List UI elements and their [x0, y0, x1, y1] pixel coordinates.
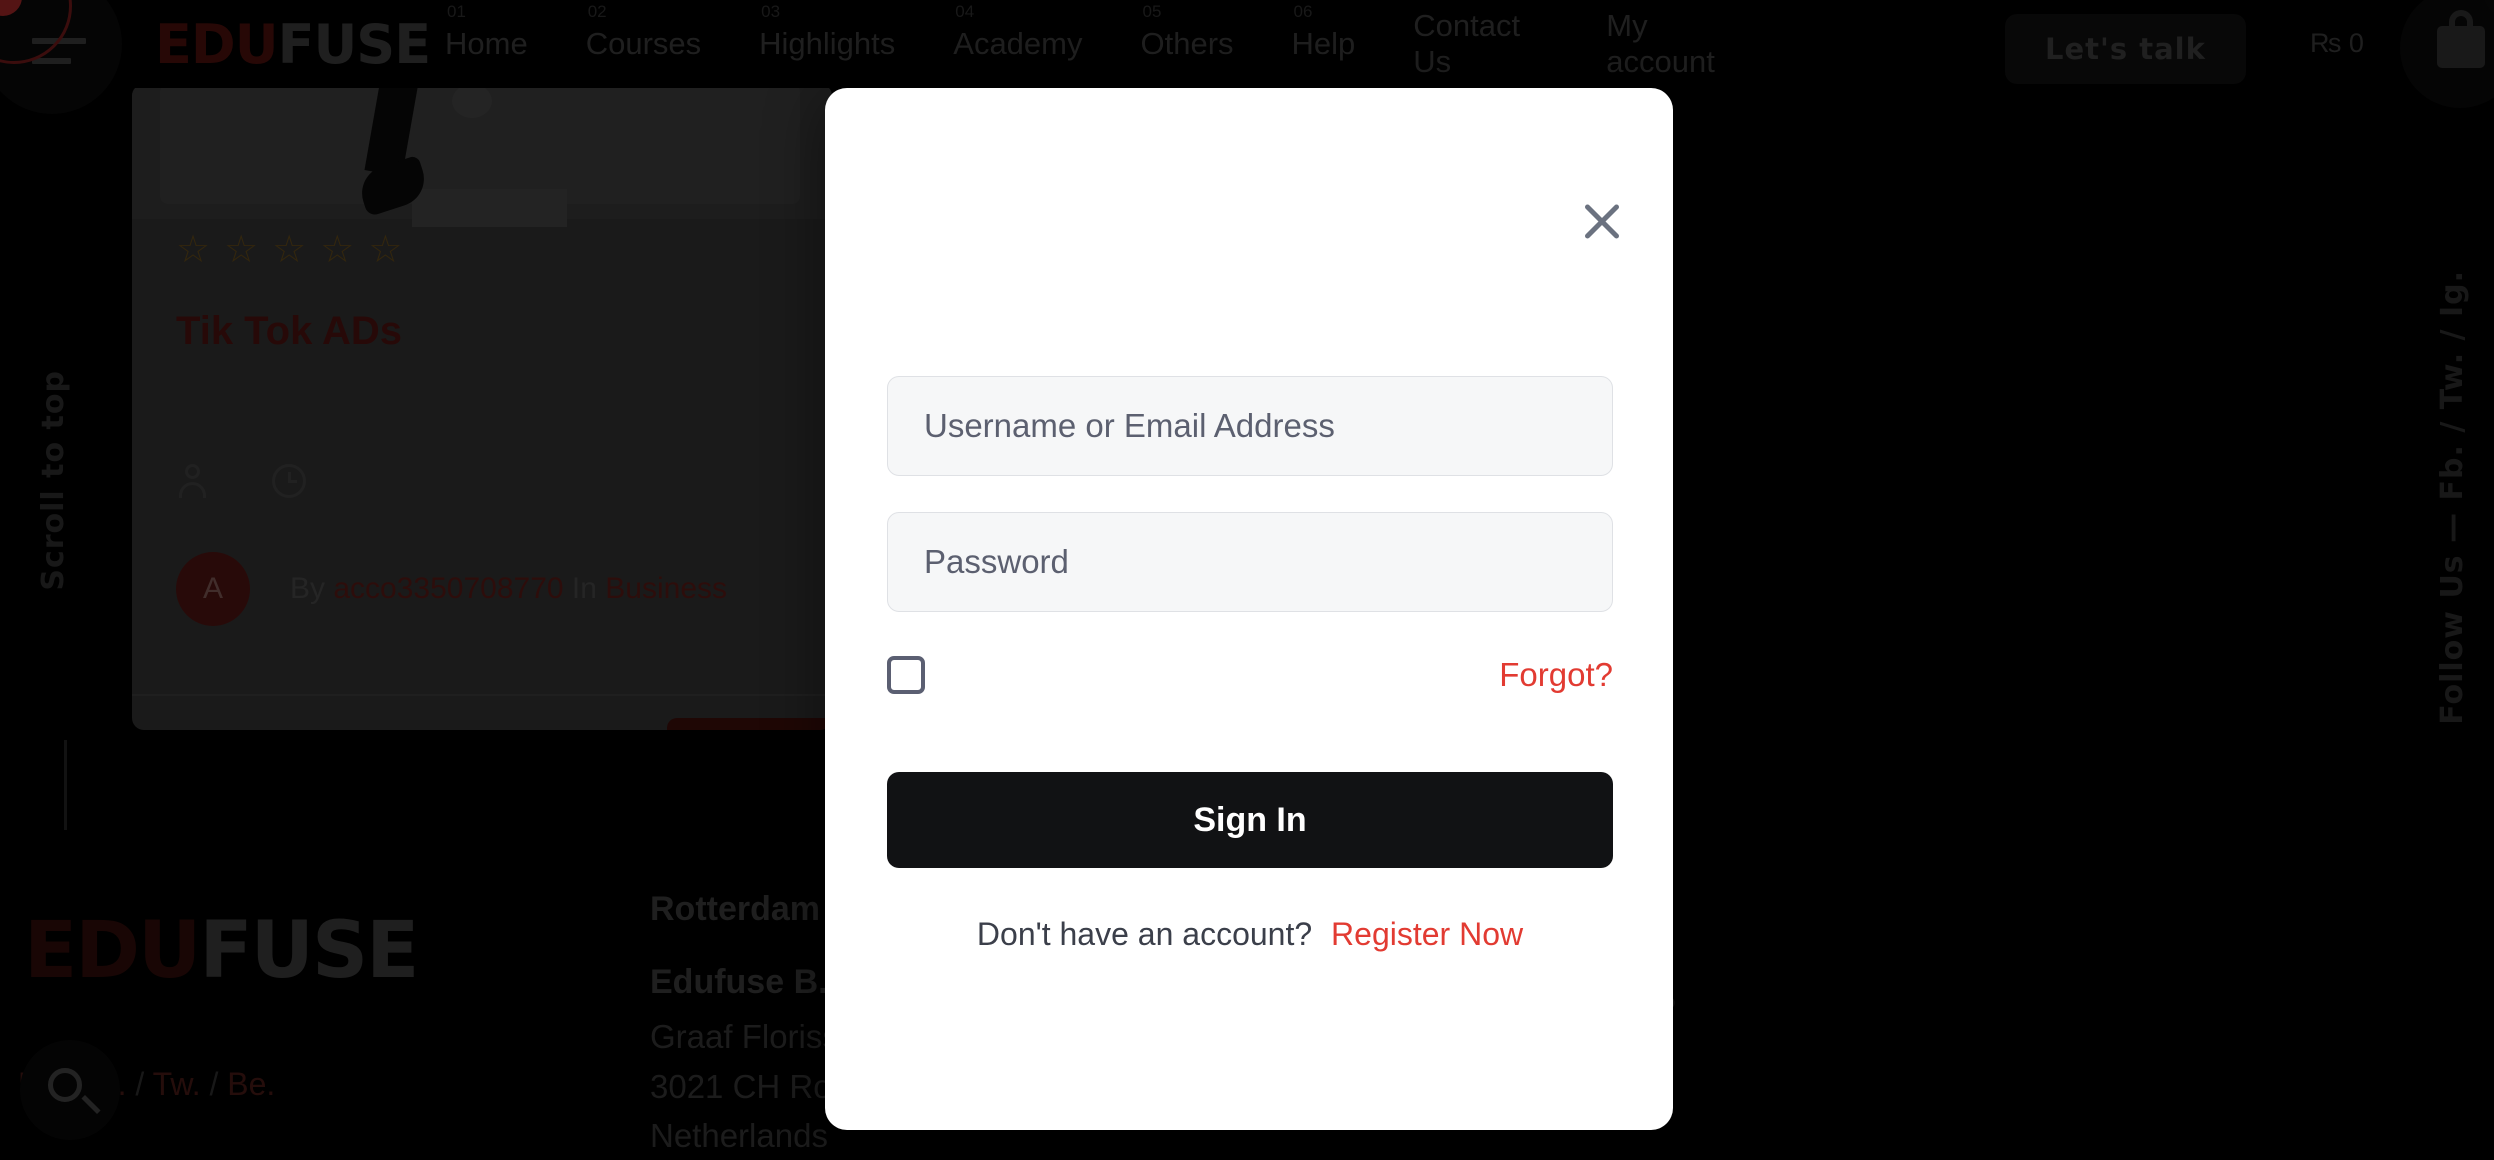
register-now-link[interactable]: Register Now	[1331, 916, 1523, 952]
login-modal: Forgot? Sign In Don't have an account? R…	[825, 88, 1673, 1130]
login-form: Forgot? Sign In Don't have an account? R…	[887, 376, 1613, 953]
login-options-row: Forgot?	[887, 650, 1613, 700]
sign-in-button[interactable]: Sign In	[887, 772, 1613, 868]
remember-me-checkbox[interactable]	[887, 656, 925, 694]
register-prompt-text: Don't have an account?	[976, 916, 1313, 952]
username-input[interactable]	[887, 376, 1613, 476]
forgot-password-link[interactable]: Forgot?	[1499, 656, 1613, 694]
password-input[interactable]	[887, 512, 1613, 612]
close-icon[interactable]	[1579, 198, 1625, 244]
register-prompt-row: Don't have an account? Register Now	[887, 916, 1613, 953]
page-root: EDUFUSE 01 Home 02 Courses 03 Highlights…	[0, 0, 2494, 1160]
